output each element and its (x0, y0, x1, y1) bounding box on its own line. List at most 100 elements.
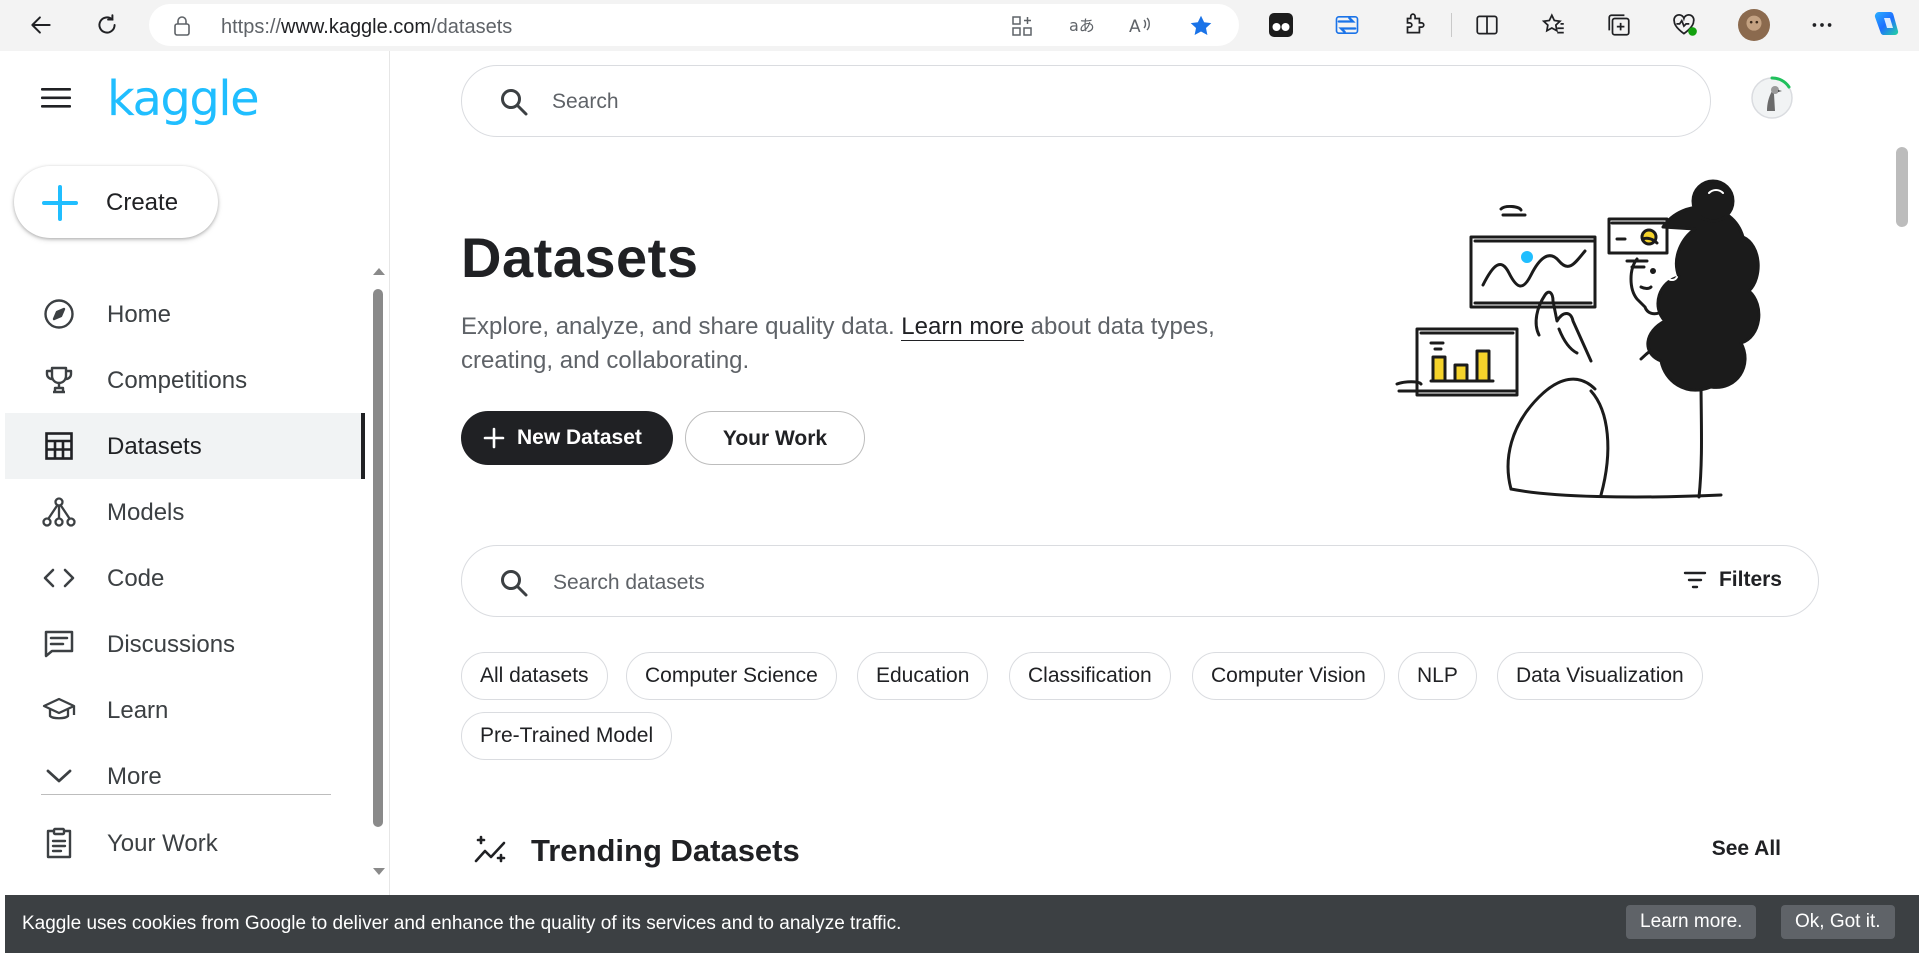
your-work-button[interactable]: Your Work (685, 411, 865, 465)
cookie-banner: Kaggle uses cookies from Google to deliv… (5, 895, 1919, 953)
active-indicator (361, 413, 365, 479)
extension-sync-icon[interactable] (1331, 9, 1363, 41)
browser-toolbar: https://www.kaggle.com/datasets aあ A (0, 0, 1919, 51)
search-icon (498, 567, 530, 599)
sidebar-nav: Home Competitions Datasets Models Code D… (5, 281, 365, 809)
url-text: https://www.kaggle.com/datasets (221, 16, 513, 38)
hero-illustration (1391, 179, 1821, 507)
section-title: Trending Datasets (531, 833, 800, 868)
cookie-ok-button[interactable]: Ok, Got it. (1781, 905, 1895, 939)
svg-text:A: A (1129, 17, 1141, 37)
sidebar-item-label: Home (107, 301, 172, 328)
collections-icon[interactable] (1603, 9, 1635, 41)
chevron-down-icon (42, 760, 76, 792)
sidebar-item-label: Models (107, 499, 185, 526)
sidebar-item-learn[interactable]: Learn (5, 677, 365, 743)
user-avatar[interactable] (1749, 75, 1795, 121)
extension-tampermonkey-icon[interactable] (1265, 9, 1297, 41)
browser-essentials-icon[interactable] (1669, 9, 1701, 41)
dataset-search-input[interactable]: Search datasets Filters (461, 545, 1819, 617)
filters-button[interactable]: Filters (1683, 568, 1782, 592)
back-button[interactable] (24, 8, 58, 42)
sidebar-item-datasets[interactable]: Datasets (5, 413, 365, 479)
sidebar-item-models[interactable]: Models (5, 479, 365, 545)
more-options-icon[interactable] (1806, 9, 1838, 41)
toolbar-divider (1451, 13, 1452, 37)
trending-datasets-header: Trending Datasets See All (461, 827, 1781, 877)
sidebar-item-label: Your Work (107, 830, 218, 857)
chip-computer-vision[interactable]: Computer Vision (1192, 652, 1385, 700)
new-dataset-label: New Dataset (517, 426, 642, 449)
favorites-icon[interactable] (1538, 9, 1570, 41)
see-all-link[interactable]: See All (1712, 837, 1781, 861)
copilot-icon[interactable] (1870, 9, 1902, 41)
chip-data-visualization[interactable]: Data Visualization (1497, 652, 1703, 700)
split-screen-icon[interactable] (1471, 9, 1503, 41)
sidebar-item-label: Competitions (107, 367, 248, 394)
chip-pre-trained-model[interactable]: Pre-Trained Model (461, 712, 673, 760)
translate-icon[interactable]: aあ (1068, 13, 1094, 39)
new-dataset-button[interactable]: New Dataset (461, 411, 673, 465)
your-work-label: Your Work (722, 427, 828, 450)
trophy-icon (42, 364, 76, 396)
sidebar-item-home[interactable]: Home (5, 281, 365, 347)
page-scrollbar-thumb[interactable] (1896, 147, 1908, 227)
dataset-search-placeholder: Search datasets (553, 571, 705, 594)
code-icon (42, 562, 76, 594)
lock-icon (173, 16, 191, 36)
sidebar-item-more[interactable]: More (5, 743, 365, 809)
refresh-icon (94, 12, 120, 38)
sidebar-item-competitions[interactable]: Competitions (5, 347, 365, 413)
create-button-label: Create (106, 189, 179, 216)
scroll-down-arrow-icon[interactable] (372, 867, 386, 877)
arrow-left-icon (28, 12, 54, 38)
clipboard-icon (42, 827, 76, 859)
sidebar-item-label: Learn (107, 697, 169, 724)
main-content: Search Datasets Explore, analyze, and sh… (391, 51, 1919, 953)
page-title: Datasets (461, 226, 699, 289)
chip-nlp[interactable]: NLP (1398, 652, 1477, 700)
create-button[interactable]: Create (14, 166, 218, 238)
comments-icon (42, 628, 76, 660)
chip-education[interactable]: Education (857, 652, 989, 700)
learn-more-link[interactable]: Learn more (901, 313, 1025, 341)
app-available-icon[interactable] (1009, 13, 1035, 39)
sidebar-item-code[interactable]: Code (5, 545, 365, 611)
address-bar[interactable]: https://www.kaggle.com/datasets aあ A (149, 4, 1239, 46)
site-search-input[interactable]: Search (461, 65, 1711, 137)
sidebar-item-label: Discussions (107, 631, 236, 658)
plus-icon (41, 184, 79, 222)
read-aloud-icon[interactable]: A (1128, 13, 1154, 39)
profile-avatar-icon[interactable] (1738, 9, 1770, 41)
sidebar: kaggle Create Home Competitions Datasets (5, 51, 390, 953)
kaggle-logo[interactable]: kaggle (107, 71, 260, 127)
search-icon (498, 86, 530, 118)
sidebar-item-label: More (107, 763, 162, 790)
favorite-star-icon[interactable] (1188, 13, 1214, 39)
filters-label: Filters (1718, 568, 1782, 591)
models-icon (42, 496, 76, 528)
chip-computer-science[interactable]: Computer Science (626, 652, 837, 700)
svg-text:aあ: aあ (1069, 16, 1094, 35)
extensions-puzzle-icon[interactable] (1398, 9, 1430, 41)
hamburger-menu-icon (41, 87, 71, 109)
plus-icon (483, 427, 505, 449)
sidebar-item-label: Code (107, 565, 165, 592)
scroll-up-arrow-icon[interactable] (372, 266, 386, 276)
chip-all-datasets[interactable]: All datasets (461, 652, 608, 700)
page-description: Explore, analyze, and share quality data… (461, 313, 1215, 374)
filter-icon (1683, 571, 1707, 589)
table-icon (42, 430, 76, 462)
refresh-button[interactable] (90, 8, 124, 42)
sidebar-scrollbar-thumb[interactable] (373, 289, 383, 827)
sidebar-item-label: Datasets (107, 433, 202, 460)
trending-sparkle-icon (473, 833, 509, 867)
cookie-learn-more-button[interactable]: Learn more. (1626, 905, 1757, 939)
chip-classification[interactable]: Classification (1009, 652, 1171, 700)
menu-button[interactable] (41, 87, 71, 109)
graduation-cap-icon (42, 694, 76, 726)
compass-icon (42, 298, 76, 330)
sidebar-item-your-work[interactable]: Your Work (5, 810, 365, 876)
sidebar-item-discussions[interactable]: Discussions (5, 611, 365, 677)
search-placeholder: Search (552, 90, 619, 113)
